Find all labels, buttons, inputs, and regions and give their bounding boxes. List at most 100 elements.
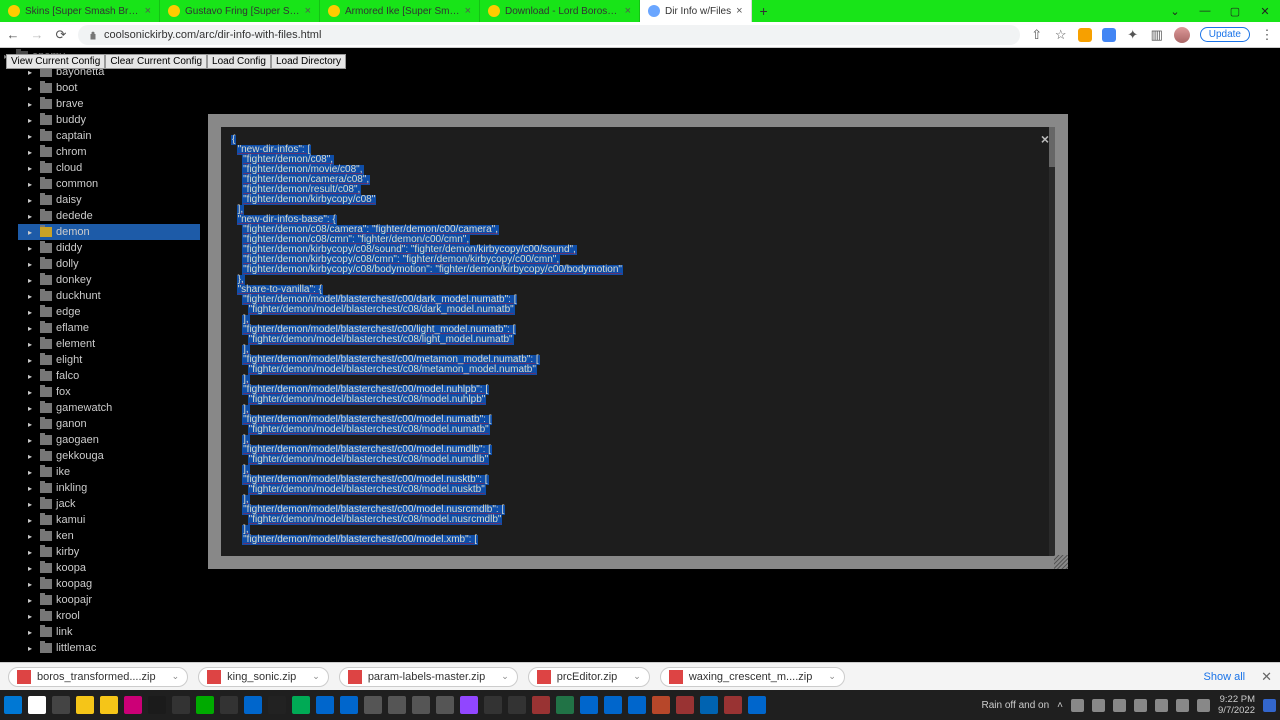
tree-item-chrom[interactable]: ▸chrom	[18, 144, 200, 160]
tree-item-daisy[interactable]: ▸daisy	[18, 192, 200, 208]
tray-icon[interactable]	[1176, 699, 1189, 712]
chevron-down-icon[interactable]: ⌄	[172, 671, 180, 682]
taskbar-app-icon[interactable]	[196, 696, 214, 714]
tree-item-koopag[interactable]: ▸koopag	[18, 576, 200, 592]
load-config-button[interactable]: Load Config	[207, 54, 271, 69]
taskbar-app-icon[interactable]	[556, 696, 574, 714]
taskbar-app-icon[interactable]	[4, 696, 22, 714]
tray-icon[interactable]	[1197, 699, 1210, 712]
taskbar-app-icon[interactable]	[52, 696, 70, 714]
back-icon[interactable]: ←	[6, 28, 20, 42]
taskbar-app-icon[interactable]	[580, 696, 598, 714]
close-window-icon[interactable]: ✕	[1250, 0, 1280, 22]
taskbar-app-icon[interactable]	[676, 696, 694, 714]
tree-item-donkey[interactable]: ▸donkey	[18, 272, 200, 288]
address-bar[interactable]: coolsonickirby.com/arc/dir-info-with-fil…	[78, 25, 1020, 45]
taskbar-app-icon[interactable]	[748, 696, 766, 714]
tree-item-common[interactable]: ▸common	[18, 176, 200, 192]
tree-item-duckhunt[interactable]: ▸duckhunt	[18, 288, 200, 304]
sidepanel-icon[interactable]: ▥	[1150, 28, 1164, 42]
load-directory-button[interactable]: Load Directory	[271, 54, 346, 69]
tree-item-demon[interactable]: ▸demon	[18, 224, 200, 240]
new-tab-button[interactable]: +	[752, 0, 776, 22]
tree-item-gaogaen[interactable]: ▸gaogaen	[18, 432, 200, 448]
close-icon[interactable]: ×	[465, 5, 471, 17]
tree-item-fox[interactable]: ▸fox	[18, 384, 200, 400]
tree-item-krool[interactable]: ▸krool	[18, 608, 200, 624]
taskbar-app-icon[interactable]	[364, 696, 382, 714]
tray-icon[interactable]	[1155, 699, 1168, 712]
tree-item-element[interactable]: ▸element	[18, 336, 200, 352]
tree-item-gamewatch[interactable]: ▸gamewatch	[18, 400, 200, 416]
tree-item-link[interactable]: ▸link	[18, 624, 200, 640]
download-item[interactable]: prcEditor.zip⌄	[528, 667, 650, 687]
tree-item-koopajr[interactable]: ▸koopajr	[18, 592, 200, 608]
browser-tab-active[interactable]: Dir Info w/Files×	[640, 0, 752, 22]
taskbar-app-icon[interactable]	[292, 696, 310, 714]
browser-tab[interactable]: Gustavo Fring [Super Smash Bro×	[160, 0, 320, 22]
json-text[interactable]: { "new-dir-infos": [ "fighter/demon/c08"…	[231, 135, 1045, 545]
minimize-icon[interactable]: —	[1190, 0, 1220, 22]
taskbar-app-icon[interactable]	[100, 696, 118, 714]
taskbar-app-icon[interactable]	[76, 696, 94, 714]
taskbar-app-icon[interactable]	[604, 696, 622, 714]
chevron-down-icon[interactable]: ⌄	[312, 671, 320, 682]
reload-icon[interactable]: ⟳	[54, 28, 68, 42]
download-item[interactable]: king_sonic.zip⌄	[198, 667, 329, 687]
taskbar-app-icon[interactable]	[484, 696, 502, 714]
tree-item-diddy[interactable]: ▸diddy	[18, 240, 200, 256]
tree-item-brave[interactable]: ▸brave	[18, 96, 200, 112]
tree-item-falco[interactable]: ▸falco	[18, 368, 200, 384]
close-icon[interactable]: ×	[625, 5, 631, 17]
clock[interactable]: 9:22 PM 9/7/2022	[1218, 694, 1255, 716]
weather-widget[interactable]: Rain off and on	[982, 700, 1050, 711]
tree-item-boot[interactable]: ▸boot	[18, 80, 200, 96]
tree-item-kamui[interactable]: ▸kamui	[18, 512, 200, 528]
tray-icon[interactable]	[1092, 699, 1105, 712]
close-icon[interactable]: ×	[145, 5, 151, 17]
tree-item-gekkouga[interactable]: ▸gekkouga	[18, 448, 200, 464]
profile-avatar[interactable]	[1174, 27, 1190, 43]
tree-item-dolly[interactable]: ▸dolly	[18, 256, 200, 272]
close-shelf-button[interactable]: ✕	[1261, 669, 1272, 685]
chevron-down-icon[interactable]: ⌄	[501, 671, 509, 682]
taskbar-app-icon[interactable]	[412, 696, 430, 714]
tree-item-kirby[interactable]: ▸kirby	[18, 544, 200, 560]
scrollbar-track[interactable]	[1049, 127, 1055, 556]
download-item[interactable]: boros_transformed....zip⌄	[8, 667, 188, 687]
tray-icon[interactable]	[1113, 699, 1126, 712]
browser-tab[interactable]: Armored Ike [Super Smash Bros×	[320, 0, 480, 22]
extension-icon[interactable]	[1078, 28, 1092, 42]
forward-icon[interactable]: →	[30, 28, 44, 42]
close-icon[interactable]: ×	[736, 5, 742, 17]
taskbar-app-icon[interactable]	[388, 696, 406, 714]
tree-item-inkling[interactable]: ▸inkling	[18, 480, 200, 496]
taskbar-app-icon[interactable]	[724, 696, 742, 714]
close-icon[interactable]: ×	[305, 5, 311, 17]
taskbar-app-icon[interactable]	[28, 696, 46, 714]
view-config-button[interactable]: View Current Config	[6, 54, 105, 69]
chevron-down-icon[interactable]: ⌄	[1160, 0, 1190, 22]
tray-icon[interactable]	[1071, 699, 1084, 712]
tree-item-eflame[interactable]: ▸eflame	[18, 320, 200, 336]
modal-close-button[interactable]: ×	[1041, 131, 1049, 147]
download-item[interactable]: param-labels-master.zip⌄	[339, 667, 518, 687]
scrollbar-thumb[interactable]	[1049, 127, 1055, 167]
clear-config-button[interactable]: Clear Current Config	[105, 54, 207, 69]
tree-item-jack[interactable]: ▸jack	[18, 496, 200, 512]
tree-item-ganon[interactable]: ▸ganon	[18, 416, 200, 432]
chevron-down-icon[interactable]: ⌄	[633, 671, 641, 682]
taskbar-app-icon[interactable]	[316, 696, 334, 714]
taskbar-app-icon[interactable]	[220, 696, 238, 714]
taskbar-app-icon[interactable]	[124, 696, 142, 714]
star-icon[interactable]: ☆	[1054, 28, 1068, 42]
tree-item-cloud[interactable]: ▸cloud	[18, 160, 200, 176]
tree-item-ike[interactable]: ▸ike	[18, 464, 200, 480]
tree-item-dedede[interactable]: ▸dedede	[18, 208, 200, 224]
tray-chevron-icon[interactable]: ˄	[1057, 700, 1063, 711]
taskbar-app-icon[interactable]	[148, 696, 166, 714]
update-button[interactable]: Update	[1200, 27, 1250, 42]
menu-icon[interactable]: ⋮	[1260, 28, 1274, 42]
share-icon[interactable]: ⇧	[1030, 28, 1044, 42]
chevron-down-icon[interactable]: ⌄	[828, 671, 836, 682]
